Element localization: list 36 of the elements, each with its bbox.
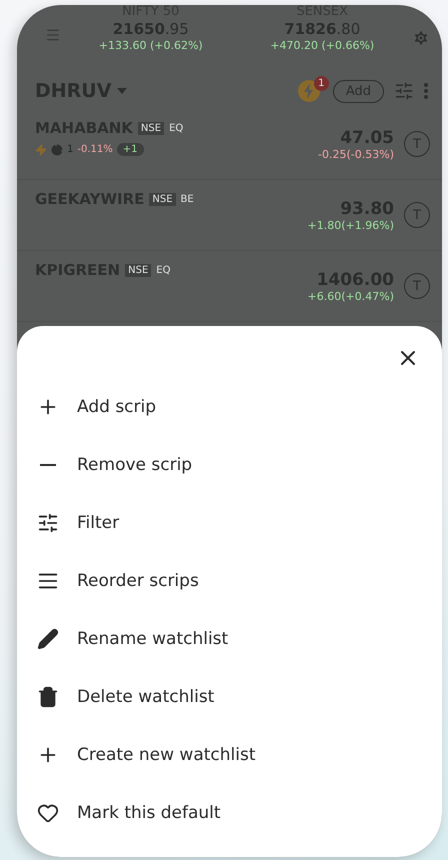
menu-item[interactable]: Filter (17, 494, 442, 552)
scrip-change: +1.80(+1.96%) (308, 218, 394, 232)
exchange-tag: NSE (125, 264, 152, 276)
holding-count: +1 (116, 143, 144, 156)
scrip-change: -0.25(-0.53%) (318, 148, 394, 160)
more-icon (424, 83, 428, 99)
index-change: +133.60 (+0.62%) (98, 39, 203, 52)
more-button[interactable] (424, 83, 428, 99)
menu-button[interactable] (45, 27, 61, 43)
lightning-icon (35, 144, 47, 156)
filter-button[interactable] (394, 81, 414, 101)
sliders-icon (37, 512, 59, 534)
scrip-change: +6.60(+0.47%) (308, 290, 394, 302)
series-label: BE (180, 194, 194, 204)
menu-item[interactable]: Remove scrip (17, 436, 442, 494)
menu-item[interactable]: Mark this default (17, 784, 442, 842)
series-label: EQ (156, 264, 170, 276)
menu-item[interactable]: Create new watchlist (17, 726, 442, 784)
holding-quantity: 1 (67, 144, 74, 155)
menu-item[interactable]: Reorder scrips (17, 552, 442, 610)
exchange-tag: NSE (149, 192, 176, 206)
minus-icon (40, 464, 56, 466)
menu-item[interactable]: Delete watchlist (17, 668, 442, 726)
menu-item[interactable]: Add scrip (17, 378, 442, 436)
pencil-icon (37, 628, 59, 650)
alert-count: 1 (314, 76, 329, 91)
holding-change: -0.11% (77, 144, 113, 155)
settings-button[interactable] (412, 29, 430, 47)
caret-icon (117, 88, 128, 94)
series-label: EQ (169, 122, 184, 134)
menu-item[interactable]: Rename watchlist (17, 610, 442, 668)
exchange-tag: NSE (138, 122, 164, 134)
trash-icon (37, 686, 59, 708)
pie-chart-icon (51, 144, 63, 156)
heart-icon (37, 802, 59, 824)
index-change: +470.20 (+0.66%) (270, 39, 374, 52)
